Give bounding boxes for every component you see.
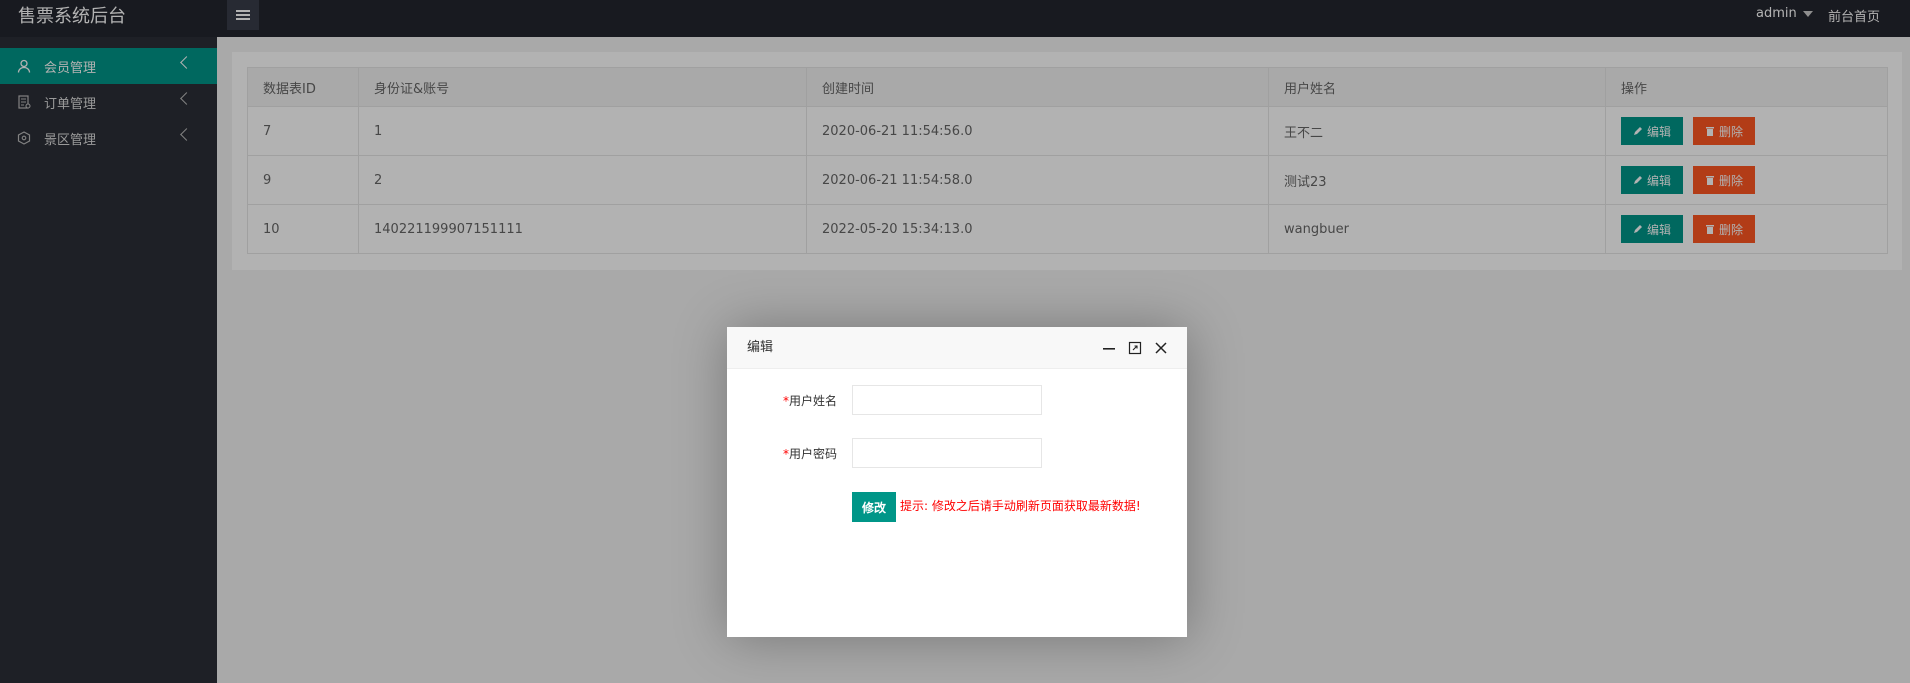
- close-icon[interactable]: [1153, 340, 1169, 356]
- dialog-tools: [1101, 327, 1169, 369]
- maximize-icon[interactable]: [1127, 340, 1143, 356]
- minimize-icon[interactable]: [1101, 340, 1117, 356]
- password-field[interactable]: [852, 438, 1042, 468]
- password-label: *用户密码: [782, 447, 837, 461]
- submit-button[interactable]: 修改: [852, 492, 896, 522]
- dialog-header: 编辑: [727, 327, 1187, 369]
- password-row: *用户密码: [727, 438, 1187, 468]
- edit-dialog: 编辑 *用户姓名 *用户密码 修改 提示: 修改之后请手动刷新页面获取最新数据!: [727, 327, 1187, 637]
- username-row: *用户姓名: [727, 385, 1187, 415]
- refresh-hint: 提示: 修改之后请手动刷新页面获取最新数据!: [900, 499, 1141, 513]
- username-field[interactable]: [852, 385, 1042, 415]
- username-label: *用户姓名: [782, 394, 837, 408]
- dialog-title: 编辑: [747, 340, 774, 355]
